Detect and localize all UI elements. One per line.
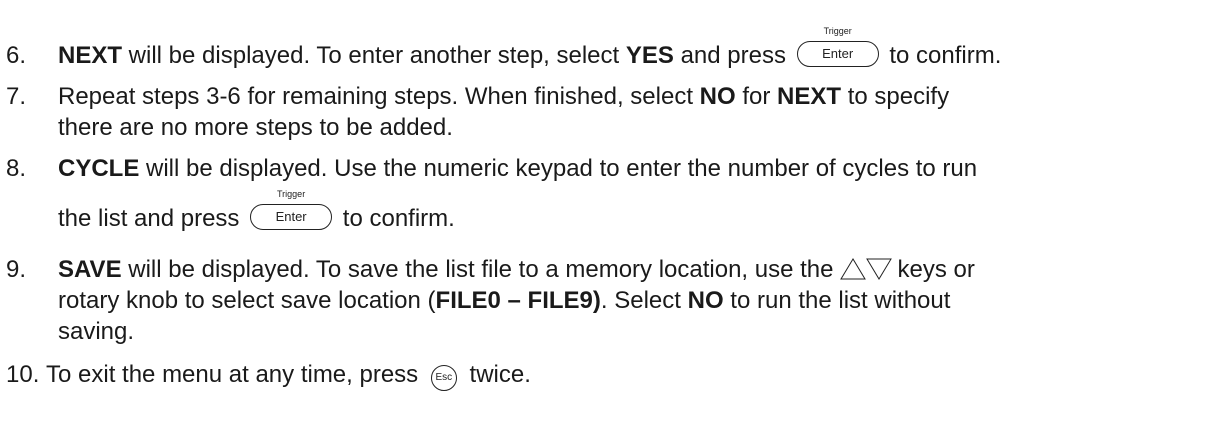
step-number: 8. bbox=[6, 155, 27, 182]
step-text: Repeat steps 3-6 for remaining steps. Wh… bbox=[58, 83, 700, 110]
keyword-file-range: FILE0 – FILE9) bbox=[435, 287, 601, 314]
step-text: will be displayed. Use the numeric keypa… bbox=[139, 155, 978, 182]
step-number: 9. bbox=[6, 256, 27, 283]
keyword-no: NO bbox=[699, 83, 736, 110]
trigger-label: Trigger bbox=[823, 26, 852, 36]
enter-label: Enter bbox=[796, 41, 879, 67]
step-text: to confirm. bbox=[889, 42, 1002, 69]
step-text: will be displayed. To enter another step… bbox=[122, 42, 626, 69]
keyword-cycle: CYCLE bbox=[58, 155, 140, 182]
step-text: . Select bbox=[600, 287, 688, 314]
step-text: to specify bbox=[841, 83, 950, 110]
enter-key-icon: Trigger Enter bbox=[796, 26, 879, 67]
step-text: rotary knob to select save location ( bbox=[58, 287, 436, 314]
step-text: will be displayed. To save the list file… bbox=[121, 256, 834, 283]
keyword-next: NEXT bbox=[58, 42, 123, 69]
step-text: for bbox=[735, 83, 778, 110]
keyword-no: NO bbox=[687, 287, 724, 314]
step-number: 7. bbox=[6, 83, 27, 110]
up-down-arrow-keys-icon bbox=[839, 257, 892, 289]
down-arrow-icon bbox=[865, 258, 892, 280]
step-number: 10. bbox=[6, 361, 40, 388]
step-text: to confirm. bbox=[342, 205, 455, 232]
trigger-label: Trigger bbox=[277, 189, 306, 199]
up-arrow-icon bbox=[839, 258, 866, 280]
keyword-yes: YES bbox=[625, 42, 674, 69]
step-text: twice. bbox=[469, 361, 531, 388]
step-text: and press bbox=[673, 42, 786, 69]
step-text: there are no more steps to be added. bbox=[58, 114, 453, 141]
enter-key-icon: Trigger Enter bbox=[250, 189, 333, 230]
keyword-next: NEXT bbox=[777, 83, 842, 110]
enter-label: Enter bbox=[250, 204, 333, 230]
step-number: 6. bbox=[6, 42, 27, 69]
step-text: saving. bbox=[58, 318, 135, 345]
step-text: to run the list without bbox=[723, 287, 951, 314]
step-text: To exit the menu at any time, press bbox=[46, 361, 419, 388]
keyword-save: SAVE bbox=[58, 256, 122, 283]
step-text: keys or bbox=[897, 256, 975, 283]
esc-key-icon: Esc bbox=[430, 365, 457, 391]
step-text: the list and press bbox=[58, 205, 240, 232]
